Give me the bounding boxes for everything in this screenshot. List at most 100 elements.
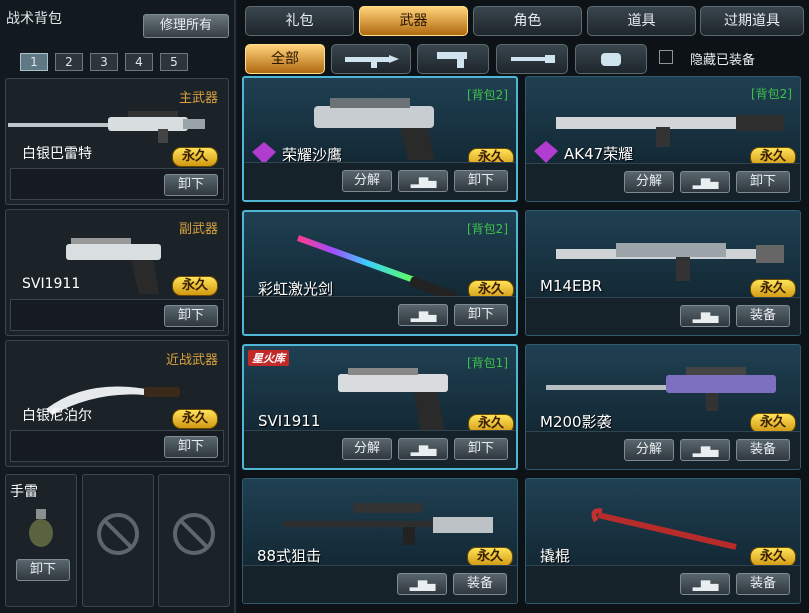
slot-action-bar: 卸下 <box>10 430 224 462</box>
item-action-bar: ▂▆▄ 装备 <box>526 297 800 335</box>
disassemble-button[interactable]: 分解 <box>342 170 392 192</box>
permanent-badge: 永久 <box>750 279 796 299</box>
item-name: SVI1911 <box>258 412 321 430</box>
stats-button[interactable]: ▂▆▄ <box>397 573 447 595</box>
tab-weapons[interactable]: 武器 <box>359 6 468 36</box>
item-name: 88式狙击 <box>257 547 322 565</box>
repair-all-button[interactable]: 修理所有 <box>143 14 229 38</box>
primary-weapon-slot[interactable]: 主武器 白银巴雷特 永久 卸下 <box>5 78 229 205</box>
disassemble-button[interactable]: 分解 <box>624 171 674 193</box>
stats-button[interactable]: ▂▆▄ <box>398 438 448 460</box>
slot-item-name: SVI1911 <box>22 276 81 292</box>
item-card[interactable]: M200影袭 永久 分解 ▂▆▄ 装备 <box>525 344 801 470</box>
filter-melee[interactable] <box>496 44 568 74</box>
page-5-button[interactable]: 5 <box>160 53 188 71</box>
unequip-button[interactable]: 卸下 <box>736 171 790 193</box>
unequip-button[interactable]: 卸下 <box>454 304 508 326</box>
hide-equipped-checkbox[interactable] <box>659 50 673 64</box>
permanent-badge: 永久 <box>172 147 218 167</box>
equip-button[interactable]: 装备 <box>453 573 507 595</box>
item-action-bar: ▂▆▄ 装备 <box>243 565 517 603</box>
stats-button[interactable]: ▂▆▄ <box>398 304 448 326</box>
slot-item-name: 白银巴雷特 <box>22 146 92 162</box>
disassemble-button[interactable]: 分解 <box>624 439 674 461</box>
rifle-icon <box>345 55 399 68</box>
filter-throwables[interactable] <box>575 44 647 74</box>
item-name: 撬棍 <box>540 547 571 565</box>
empty-slot <box>158 474 230 607</box>
secondary-weapon-slot[interactable]: 副武器 SVI1911 永久 卸下 <box>5 209 229 336</box>
disassemble-button[interactable]: 分解 <box>342 438 392 460</box>
item-action-bar: 分解 ▂▆▄ 卸下 <box>244 162 516 200</box>
page-2-button[interactable]: 2 <box>55 53 83 71</box>
item-card[interactable]: [背包2] 彩虹激光剑 永久 ▂▆▄ 卸下 <box>242 210 518 336</box>
stats-button[interactable]: ▂▆▄ <box>680 439 730 461</box>
ak47-icon <box>556 115 784 147</box>
crowbar-icon <box>591 508 737 550</box>
equip-button[interactable]: 装备 <box>736 305 790 327</box>
permanent-badge: 永久 <box>750 413 796 433</box>
item-name: M14EBR <box>540 277 603 295</box>
tab-characters[interactable]: 角色 <box>473 6 582 36</box>
glory-emblem-icon <box>534 141 558 163</box>
item-action-bar: 分解 ▂▆▄ 卸下 <box>244 430 516 468</box>
knife-icon <box>511 55 555 63</box>
pistol-icon <box>338 368 448 430</box>
slot-caption: 主武器 <box>178 91 218 106</box>
item-action-bar: 分解 ▂▆▄ 装备 <box>526 431 800 469</box>
item-card[interactable]: [背包2] AK47荣耀 永久 分解 ▂▆▄ 卸下 <box>525 76 801 202</box>
pistol-icon <box>437 52 467 68</box>
sniper-rifle-icon <box>8 111 205 143</box>
unequip-button[interactable]: 卸下 <box>164 174 218 196</box>
bag-label: [背包2] <box>467 88 508 102</box>
item-card[interactable]: [背包2] 荣耀沙鹰 永久 分解 ▂▆▄ 卸下 <box>242 76 518 202</box>
page-1-button[interactable]: 1 <box>20 53 48 71</box>
item-action-bar: ▂▆▄ 装备 <box>526 565 800 603</box>
unequip-button[interactable]: 卸下 <box>16 559 70 581</box>
item-card[interactable]: [背包1] 星火库 SVI1911 永久 分解 ▂▆▄ 卸下 <box>242 344 518 470</box>
item-action-bar: 分解 ▂▆▄ 卸下 <box>526 163 800 201</box>
glory-emblem-icon <box>252 142 276 164</box>
unequip-button[interactable]: 卸下 <box>164 305 218 327</box>
stats-button[interactable]: ▂▆▄ <box>680 171 730 193</box>
panel-title: 战术背包 <box>6 11 62 27</box>
unequip-button[interactable]: 卸下 <box>454 170 508 192</box>
item-card[interactable]: 88式狙击 永久 ▂▆▄ 装备 <box>242 478 518 604</box>
item-card[interactable]: M14EBR 永久 ▂▆▄ 装备 <box>525 210 801 336</box>
slot-item-name: 白银尼泊尔 <box>22 408 92 424</box>
tab-expired[interactable]: 过期道具 <box>700 6 804 36</box>
bag-label: [背包1] <box>467 356 508 370</box>
permanent-badge: 永久 <box>750 547 796 567</box>
melee-weapon-slot[interactable]: 近战武器 白银尼泊尔 永久 卸下 <box>5 340 229 467</box>
stats-button[interactable]: ▂▆▄ <box>680 573 730 595</box>
filter-pistol[interactable] <box>417 44 489 74</box>
page-3-button[interactable]: 3 <box>90 53 118 71</box>
stats-button[interactable]: ▂▆▄ <box>680 305 730 327</box>
prohibited-icon <box>173 513 215 555</box>
item-card[interactable]: 撬棍 永久 ▂▆▄ 装备 <box>525 478 801 604</box>
prohibited-icon <box>97 513 139 555</box>
stats-button[interactable]: ▂▆▄ <box>398 170 448 192</box>
unequip-button[interactable]: 卸下 <box>454 438 508 460</box>
slot-caption: 手雷 <box>10 484 38 500</box>
filter-rifle[interactable] <box>331 44 411 74</box>
unequip-button[interactable]: 卸下 <box>164 436 218 458</box>
permanent-badge: 永久 <box>172 276 218 296</box>
slot-caption: 近战武器 <box>165 353 218 368</box>
slot-action-bar: 卸下 <box>10 299 224 331</box>
equip-button[interactable]: 装备 <box>736 439 790 461</box>
filter-all[interactable]: 全部 <box>245 44 325 74</box>
equip-button[interactable]: 装备 <box>736 573 790 595</box>
hide-equipped-label: 隐藏已装备 <box>690 53 756 68</box>
grenade-icon <box>601 53 621 66</box>
type88-sniper-icon <box>283 503 493 545</box>
grenade-slot[interactable]: 手雷 卸下 <box>5 474 77 607</box>
tab-items[interactable]: 道具 <box>587 6 696 36</box>
permanent-badge: 永久 <box>172 409 218 429</box>
item-action-bar: ▂▆▄ 卸下 <box>244 296 516 334</box>
slot-caption: 副武器 <box>178 222 218 237</box>
page-4-button[interactable]: 4 <box>125 53 153 71</box>
grenade-icon <box>29 509 53 547</box>
tab-gift[interactable]: 礼包 <box>245 6 354 36</box>
item-name: AK47荣耀 <box>564 145 634 163</box>
